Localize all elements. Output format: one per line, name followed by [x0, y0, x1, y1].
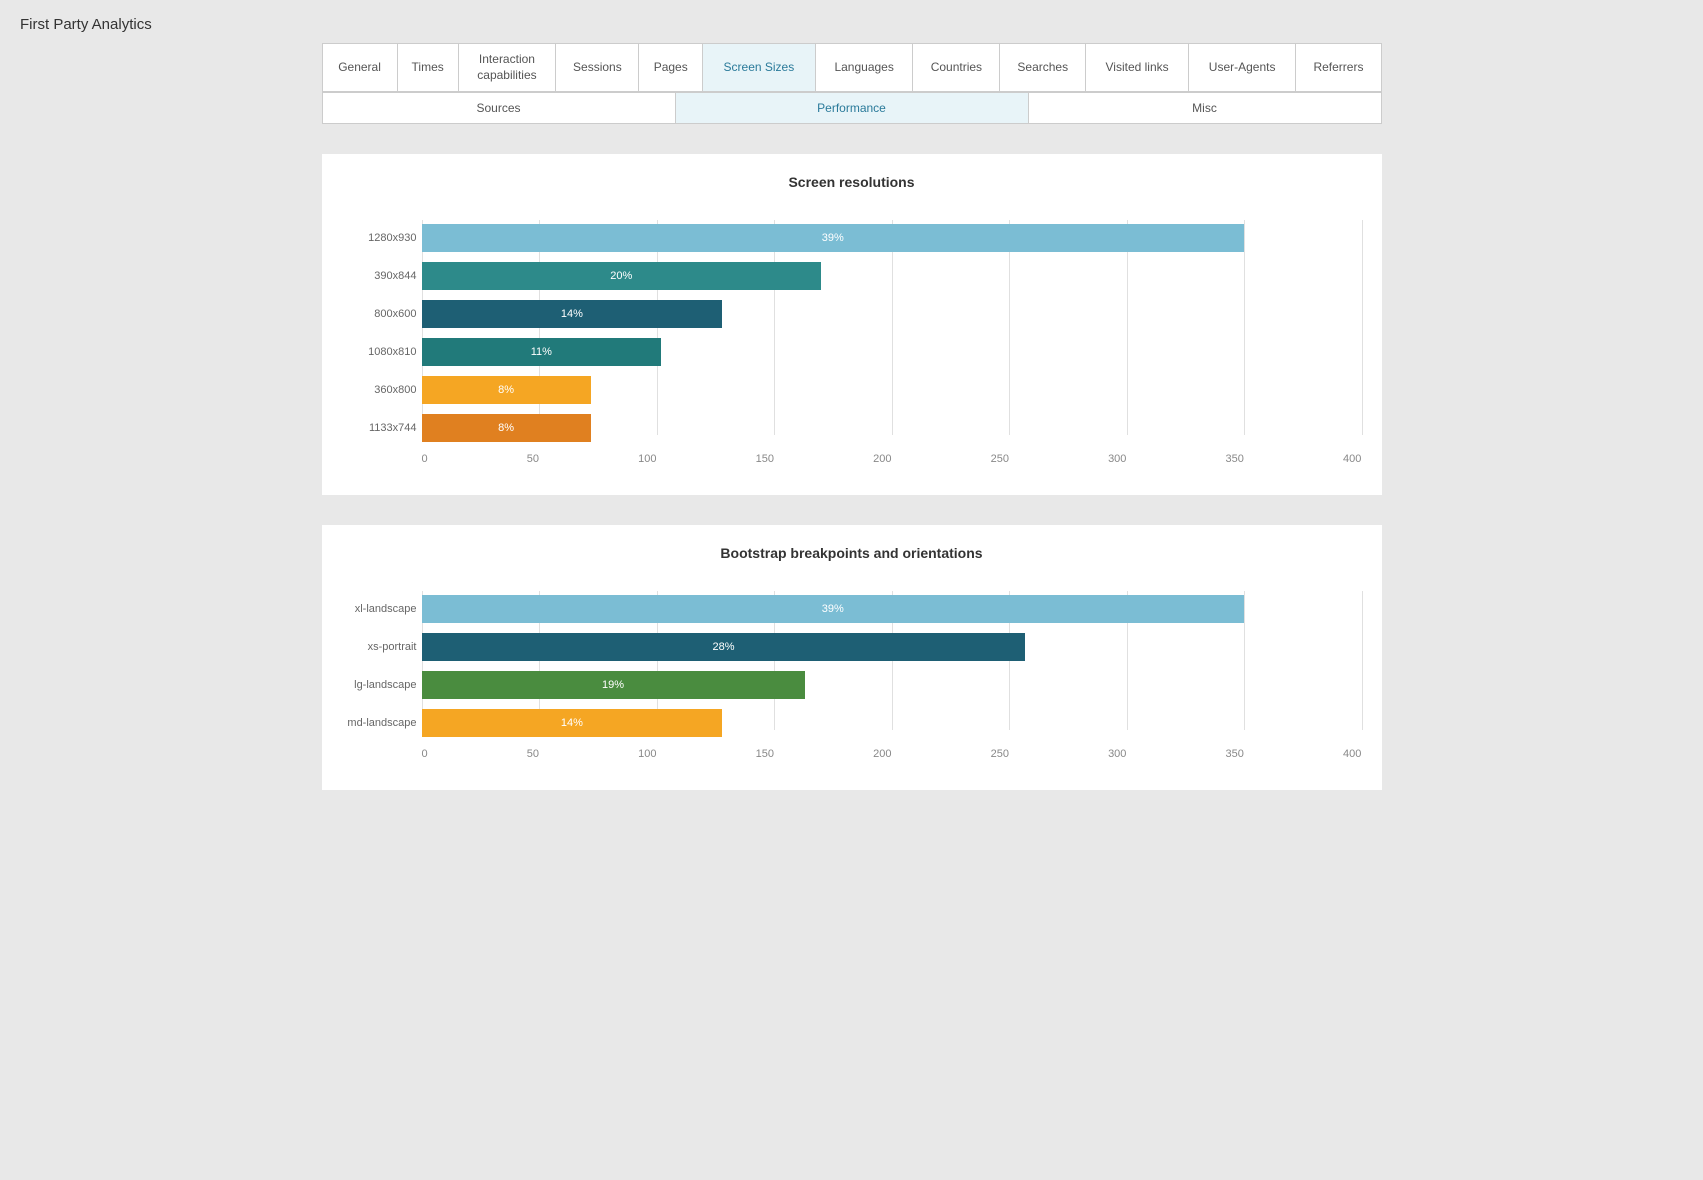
tab-visited-links[interactable]: Visited links [1086, 44, 1189, 92]
bootstrap-chart: Bootstrap breakpoints and orientations [322, 525, 1382, 790]
bar-label-1280x930: 1280x930 [337, 232, 417, 244]
bar-row-xs-portrait: xs-portrait 28% [422, 629, 1362, 665]
tab-pages[interactable]: Pages [639, 44, 702, 92]
bootstrap-wrapper: xl-landscape 39% xs-portrait 28% [342, 591, 1362, 760]
bootstrap-title: Bootstrap breakpoints and orientations [342, 545, 1362, 561]
bar-label-390x844: 390x844 [337, 270, 417, 282]
subtab-sources[interactable]: Sources [322, 93, 675, 124]
bar-fill-1133x744: 8% [422, 414, 591, 442]
tab-times[interactable]: Times [397, 44, 458, 92]
bar-label-md-landscape: md-landscape [337, 717, 417, 729]
bar-fill-800x600: 14% [422, 300, 723, 328]
sub-nav-tabs: Sources Performance Misc [322, 92, 1382, 124]
bar-row-xl-landscape: xl-landscape 39% [422, 591, 1362, 627]
screen-resolutions-chart: Screen resolutions [322, 154, 1382, 495]
bar-row-800x600: 800x600 14% [422, 296, 1362, 332]
screen-resolutions-title: Screen resolutions [342, 174, 1362, 190]
tab-screen-sizes[interactable]: Screen Sizes [702, 44, 815, 92]
bar-row-1280x930: 1280x930 39% [422, 220, 1362, 256]
bar-fill-1280x930: 39% [422, 224, 1245, 252]
bar-fill-lg-landscape: 19% [422, 671, 805, 699]
tab-sessions[interactable]: Sessions [556, 44, 639, 92]
tab-languages[interactable]: Languages [815, 44, 913, 92]
bar-row-lg-landscape: lg-landscape 19% [422, 667, 1362, 703]
bar-fill-xl-landscape: 39% [422, 595, 1245, 623]
bar-label-800x600: 800x600 [337, 308, 417, 320]
bar-label-1080x810: 1080x810 [337, 346, 417, 358]
tab-searches[interactable]: Searches [1000, 44, 1086, 92]
bar-row-1080x810: 1080x810 11% [422, 334, 1362, 370]
x-axis-bootstrap: 0 50 100 150 200 250 300 350 400 [422, 743, 1362, 760]
bootstrap-bars: xl-landscape 39% xs-portrait 28% [422, 591, 1362, 741]
bar-fill-360x800: 8% [422, 376, 591, 404]
page-title: First Party Analytics [0, 0, 1703, 43]
bar-row-390x844: 390x844 20% [422, 258, 1362, 294]
bar-fill-xs-portrait: 28% [422, 633, 1026, 661]
bar-label-360x800: 360x800 [337, 384, 417, 396]
tab-interaction[interactable]: Interaction capabilities [458, 44, 556, 92]
bar-fill-md-landscape: 14% [422, 709, 723, 737]
chart-area-bootstrap: xl-landscape 39% xs-portrait 28% [422, 591, 1362, 760]
bar-label-xs-portrait: xs-portrait [337, 641, 417, 653]
x-axis-resolution: 0 50 100 150 200 250 300 350 400 [422, 448, 1362, 465]
bar-row-360x800: 360x800 8% [422, 372, 1362, 408]
subtab-misc[interactable]: Misc [1028, 93, 1381, 124]
resolution-bars: 1280x930 39% 390x844 20% [422, 220, 1362, 446]
bar-fill-1080x810: 11% [422, 338, 662, 366]
subtab-performance[interactable]: Performance [675, 93, 1028, 124]
screen-resolutions-wrapper: 1280x930 39% 390x844 20% [342, 220, 1362, 465]
tab-referrers[interactable]: Referrers [1296, 44, 1381, 92]
tab-countries[interactable]: Countries [913, 44, 1000, 92]
tab-general[interactable]: General [322, 44, 397, 92]
bar-label-lg-landscape: lg-landscape [337, 679, 417, 691]
chart-area-resolutions: 1280x930 39% 390x844 20% [422, 220, 1362, 465]
bar-row-md-landscape: md-landscape 14% [422, 705, 1362, 741]
tab-user-agents[interactable]: User-Agents [1188, 44, 1296, 92]
bar-label-1133x744: 1133x744 [337, 422, 417, 434]
bar-row-1133x744: 1133x744 8% [422, 410, 1362, 446]
bar-fill-390x844: 20% [422, 262, 822, 290]
nav-tabs: General Times Interaction capabilities S… [322, 43, 1382, 92]
bar-label-xl-landscape: xl-landscape [337, 603, 417, 615]
